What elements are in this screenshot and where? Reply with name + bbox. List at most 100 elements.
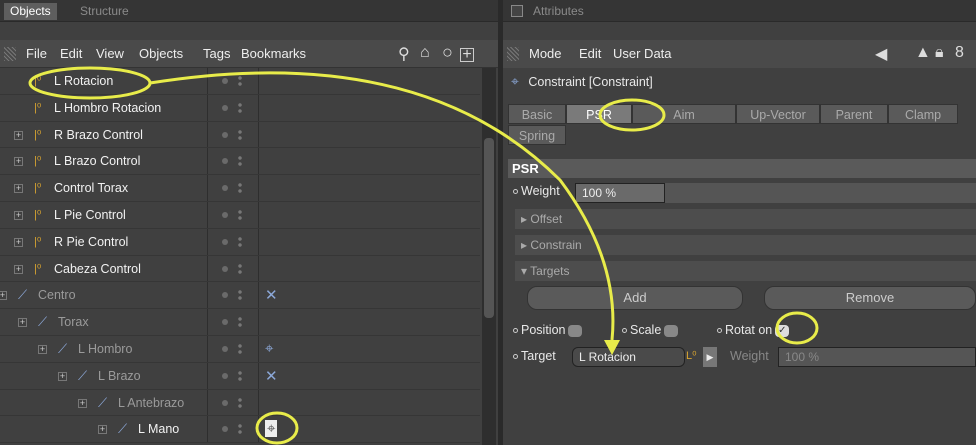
scroll-thumb[interactable] — [484, 138, 494, 318]
targets-section[interactable]: ▾ Targets — [515, 261, 976, 281]
tree-row[interactable]: + ⟋ L Antebrazo — [0, 389, 480, 417]
tree-row[interactable]: + |⁰ Control Torax — [0, 175, 480, 202]
object-name[interactable]: R Pie Control — [54, 235, 128, 249]
visibility-dot[interactable] — [222, 292, 228, 299]
object-name[interactable]: Cabeza Control — [54, 262, 141, 276]
offset-section[interactable]: ▸ Offset — [515, 209, 976, 229]
menu-mode[interactable]: Mode — [529, 46, 562, 61]
render-dots[interactable] — [238, 262, 242, 275]
circle-icon[interactable]: ○ — [442, 42, 453, 63]
tree-row[interactable]: + ⟋ L Brazo ✕ — [0, 362, 480, 390]
add-button[interactable]: Add — [527, 286, 743, 310]
tab-attributes[interactable]: Attributes — [527, 3, 590, 20]
tree-row[interactable]: + ⟋ Centro ✕ — [0, 282, 480, 310]
menu-edit[interactable]: Edit — [579, 46, 601, 61]
tree-row[interactable]: + ⟋ L Hombro ⌖ — [0, 335, 480, 363]
tab-aim[interactable]: Aim — [632, 104, 736, 124]
object-name[interactable]: L Hombro — [78, 342, 132, 356]
constrain-section[interactable]: ▸ Constrain — [515, 235, 976, 255]
scale-animate-dot[interactable] — [622, 328, 627, 334]
visibility-dot[interactable] — [222, 211, 228, 218]
visibility-dot[interactable] — [222, 131, 228, 138]
weight-animate-dot[interactable] — [513, 189, 518, 195]
render-dots[interactable] — [238, 289, 242, 302]
lock-icon[interactable]: 🔒︎ — [935, 44, 944, 62]
back-arrow-icon[interactable]: ◀ — [875, 44, 887, 64]
object-name[interactable]: L Brazo — [98, 369, 141, 383]
object-name[interactable]: L Brazo Control — [54, 154, 140, 168]
visibility-dot[interactable] — [222, 426, 228, 433]
target-link-field[interactable]: L Rotacion — [572, 347, 685, 367]
menu-bookmarks[interactable]: Bookmarks — [241, 46, 306, 61]
tree-row[interactable]: |⁰ L Rotacion — [0, 68, 480, 95]
tree-row[interactable]: + |⁰ L Brazo Control — [0, 148, 480, 176]
expand-icon[interactable]: + — [18, 318, 27, 328]
link-icon[interactable]: 8 — [955, 44, 964, 62]
object-name[interactable]: Torax — [58, 315, 89, 329]
grip-handle[interactable] — [507, 47, 519, 61]
expand-icon[interactable]: + — [78, 398, 87, 408]
position-checkbox[interactable] — [568, 324, 583, 337]
render-dots[interactable] — [238, 75, 242, 87]
weight-slider[interactable] — [665, 183, 976, 203]
ik-tag-icon[interactable]: ✕ — [265, 286, 278, 304]
visibility-dot[interactable] — [222, 372, 228, 379]
render-dots[interactable] — [238, 342, 242, 355]
object-name[interactable]: L Hombro Rotacion — [54, 101, 161, 115]
attributes-check-icon[interactable] — [511, 5, 523, 17]
tree-row[interactable]: + |⁰ R Brazo Control — [0, 121, 480, 149]
tab-psr[interactable]: PSR — [566, 104, 632, 124]
tree-row[interactable]: |⁰ L Hombro Rotacion — [0, 94, 480, 122]
tree-row[interactable]: + ⟋ Torax — [0, 309, 480, 336]
object-name[interactable]: L Mano — [138, 422, 179, 436]
visibility-dot[interactable] — [222, 185, 228, 192]
menu-objects[interactable]: Objects — [139, 46, 183, 61]
tree-scrollbar[interactable] — [482, 68, 496, 445]
tree-row[interactable]: + |⁰ R Pie Control — [0, 228, 480, 256]
object-name[interactable]: L Pie Control — [54, 208, 126, 222]
target-animate-dot[interactable] — [513, 354, 518, 360]
target-arrow-button[interactable]: ▶ — [703, 347, 717, 367]
menu-tags[interactable]: Tags — [203, 46, 230, 61]
menu-edit[interactable]: Edit — [60, 46, 82, 61]
render-dots[interactable] — [238, 101, 242, 114]
target-weight-field[interactable]: 100 % — [778, 347, 976, 367]
expand-icon[interactable]: + — [14, 264, 23, 274]
object-name[interactable]: L Antebrazo — [118, 396, 184, 410]
expand-icon[interactable]: + — [0, 291, 7, 301]
search-icon[interactable]: ⚲ — [398, 44, 410, 64]
render-dots[interactable] — [238, 369, 242, 382]
constraint-tag-icon[interactable]: ⌖ — [265, 340, 273, 357]
tree-row[interactable]: + |⁰ L Pie Control — [0, 201, 480, 229]
tree-row[interactable]: + |⁰ Cabeza Control — [0, 255, 480, 283]
object-name[interactable]: Centro — [38, 288, 76, 302]
menu-user-data[interactable]: User Data — [613, 46, 672, 61]
visibility-dot[interactable] — [222, 238, 228, 245]
object-name[interactable]: R Brazo Control — [54, 128, 143, 142]
remove-button[interactable]: Remove — [764, 286, 976, 310]
tab-parent[interactable]: Parent — [820, 104, 888, 124]
render-dots[interactable] — [238, 423, 242, 436]
weight-field[interactable]: 100 % — [575, 183, 665, 203]
expand-icon[interactable]: + — [14, 210, 23, 220]
menu-file[interactable]: File — [26, 46, 47, 61]
expand-icon[interactable]: + — [58, 371, 67, 381]
constraint-tag-icon[interactable]: ⌖ — [265, 420, 278, 438]
ik-tag-icon[interactable]: ✕ — [265, 367, 278, 385]
object-name[interactable]: Control Torax — [54, 181, 128, 195]
tab-clamp[interactable]: Clamp — [888, 104, 958, 124]
visibility-dot[interactable] — [222, 345, 228, 352]
menu-view[interactable]: View — [96, 46, 124, 61]
object-name[interactable]: L Rotacion — [54, 74, 113, 88]
scale-checkbox[interactable] — [664, 324, 679, 337]
tab-spring[interactable]: Spring — [508, 125, 566, 145]
new-window-icon[interactable]: + — [460, 47, 474, 63]
visibility-dot[interactable] — [222, 158, 228, 165]
expand-icon[interactable]: + — [14, 237, 23, 247]
visibility-dot[interactable] — [222, 104, 228, 111]
render-dots[interactable] — [238, 235, 242, 248]
render-dots[interactable] — [238, 155, 242, 168]
render-dots[interactable] — [238, 208, 242, 221]
tab-structure[interactable]: Structure — [74, 3, 135, 20]
expand-icon[interactable]: + — [14, 184, 23, 194]
